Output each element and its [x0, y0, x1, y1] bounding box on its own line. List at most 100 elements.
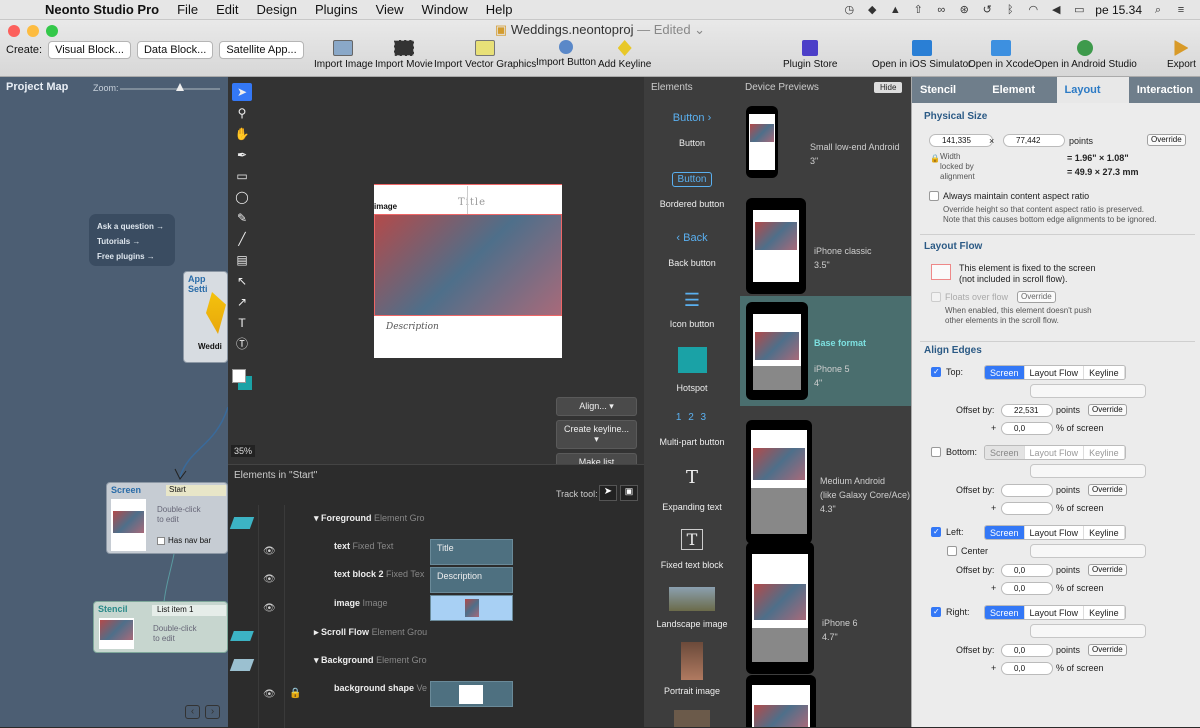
gradient-tool-icon[interactable]: ▤: [232, 251, 252, 269]
track-bar-image[interactable]: [430, 595, 513, 621]
app-settings-card[interactable]: App Setti Weddi: [183, 271, 228, 363]
menu-help[interactable]: Help: [477, 2, 522, 17]
left-align-checkbox[interactable]: [931, 527, 941, 537]
open-xcode-button[interactable]: Open in Xcode: [968, 40, 1034, 70]
select-tool-icon[interactable]: ➤: [232, 83, 252, 101]
left-pct-stepper[interactable]: 0,0: [1001, 582, 1053, 595]
fill-color-swatch[interactable]: [232, 369, 246, 383]
add-keyline-button[interactable]: Add Keyline: [598, 40, 651, 70]
element-hotspot[interactable]: Hotspot: [644, 347, 740, 393]
preview-base-format[interactable]: Base format iPhone 5 4": [740, 296, 911, 406]
left-layout-flow-option[interactable]: Layout Flow: [1025, 526, 1085, 539]
project-map[interactable]: Project Map Zoom: Ask a question → Tutor…: [0, 77, 228, 727]
floats-over-flow-checkbox[interactable]: [931, 292, 941, 302]
menubar-clock[interactable]: pe 15.34: [1095, 3, 1142, 17]
element-landscape-image[interactable]: Landscape image: [644, 587, 740, 629]
bottom-align-segmented[interactable]: Screen Layout Flow Keyline: [984, 445, 1126, 460]
tree-row-background-shape[interactable]: background shape Ve: [334, 683, 427, 693]
tab-layout[interactable]: Layout: [1056, 77, 1129, 103]
element-bordered-button[interactable]: Button Bordered button: [644, 172, 740, 209]
visibility-eye-icon[interactable]: 👁: [263, 574, 276, 585]
rectangle-tool-icon[interactable]: ▭: [232, 167, 252, 185]
movie-element-icon[interactable]: [674, 710, 710, 727]
create-keyline-button[interactable]: Create keyline... ▾: [556, 420, 637, 449]
preview-partial-device[interactable]: [746, 675, 816, 727]
satellite-app-button[interactable]: Satellite App...: [219, 41, 304, 59]
dropbox-icon[interactable]: ◆: [865, 4, 879, 16]
menu-design[interactable]: Design: [247, 2, 305, 17]
notification-center-icon[interactable]: ≡: [1174, 4, 1188, 16]
text-box-tool-icon[interactable]: Ⓣ: [232, 335, 252, 353]
bottom-align-checkbox[interactable]: [931, 447, 941, 457]
screen-name-field[interactable]: Start: [166, 485, 226, 496]
app-menu[interactable]: Neonto Studio Pro: [36, 2, 168, 17]
track-bar-description[interactable]: Description: [430, 567, 513, 593]
history-icon[interactable]: ↺: [980, 4, 994, 16]
right-offset-stepper[interactable]: 0,0: [1001, 644, 1053, 657]
top-offset-stepper[interactable]: 22,531: [1001, 404, 1053, 417]
top-keyline-dropdown[interactable]: [1030, 384, 1146, 398]
right-pct-stepper[interactable]: 0,0: [1001, 662, 1053, 675]
import-movie-button[interactable]: Import Movie: [375, 40, 433, 70]
search-icon[interactable]: ⌕: [1151, 4, 1165, 16]
zoom-slider-knob[interactable]: [176, 83, 184, 91]
left-offset-stepper[interactable]: 0,0: [1001, 564, 1053, 577]
tab-element[interactable]: Element: [984, 77, 1057, 103]
right-keyline-option[interactable]: Keyline: [1084, 606, 1125, 619]
tree-row-text-block-2[interactable]: text block 2 Fixed Tex: [334, 569, 424, 579]
top-align-checkbox[interactable]: [931, 367, 941, 377]
open-ios-simulator-button[interactable]: Open in iOS Simulator: [872, 40, 972, 70]
bottom-offset-override[interactable]: Override: [1088, 484, 1127, 496]
node-select-tool-icon[interactable]: ↗: [232, 293, 252, 311]
bluetooth-icon[interactable]: ᛒ: [1003, 4, 1017, 16]
track-frame-icon[interactable]: ▣: [620, 485, 638, 501]
center-checkbox[interactable]: [947, 546, 957, 556]
tree-row-background[interactable]: ▾ Background Element Gro: [314, 655, 427, 666]
hide-previews-button[interactable]: Hide: [874, 82, 903, 93]
top-offset-override[interactable]: Override: [1088, 404, 1127, 416]
plugin-store-button[interactable]: Plugin Store: [783, 40, 837, 70]
pen-tool-icon[interactable]: ✒: [232, 146, 252, 164]
menu-edit[interactable]: Edit: [207, 2, 247, 17]
upload-icon[interactable]: ⇧: [911, 4, 925, 16]
free-plugins-link[interactable]: Free plugins →: [97, 249, 167, 264]
element-fixed-text-block[interactable]: T Fixed text block: [644, 529, 740, 570]
color-swatches[interactable]: [232, 369, 254, 399]
screen-card-start[interactable]: Screen Start Double-click to edit Has na…: [106, 482, 228, 554]
element-portrait-image[interactable]: Portrait image: [644, 642, 740, 696]
top-align-segmented[interactable]: Screen Layout Flow Keyline: [984, 365, 1126, 380]
battery-icon[interactable]: ▭: [1072, 4, 1086, 16]
menu-window[interactable]: Window: [413, 2, 477, 17]
element-icon-button[interactable]: ☰ Icon button: [644, 290, 740, 329]
preview-iphone-6[interactable]: iPhone 6 4.7": [740, 540, 911, 674]
top-layout-flow-option[interactable]: Layout Flow: [1025, 366, 1085, 379]
import-button-button[interactable]: Import Button: [536, 40, 596, 68]
import-vector-button[interactable]: Import Vector Graphics: [434, 40, 536, 70]
left-keyline-dropdown[interactable]: [1030, 544, 1146, 558]
visibility-eye-icon[interactable]: 👁: [263, 603, 276, 614]
menu-file[interactable]: File: [168, 2, 207, 17]
bottom-keyline-dropdown[interactable]: [1030, 464, 1146, 478]
bottom-layout-flow-option[interactable]: Layout Flow: [1025, 446, 1085, 459]
tree-row-image[interactable]: image Image: [334, 598, 388, 608]
volume-icon[interactable]: ◀: [1049, 4, 1063, 16]
hand-tool-icon[interactable]: ✋: [232, 125, 252, 143]
tutorials-link[interactable]: Tutorials →: [97, 234, 167, 249]
align-button[interactable]: Align... ▾: [556, 397, 637, 416]
height-stepper[interactable]: 77,442: [1003, 134, 1065, 147]
ellipse-tool-icon[interactable]: ◯: [232, 188, 252, 206]
visibility-eye-icon[interactable]: 👁: [263, 546, 276, 557]
tab-interaction[interactable]: Interaction: [1128, 77, 1200, 103]
right-align-segmented[interactable]: Screen Layout Flow Keyline: [984, 605, 1126, 620]
element-back-button[interactable]: ‹ Back Back button: [644, 232, 740, 268]
size-override-button[interactable]: Override: [1147, 134, 1186, 146]
open-android-studio-button[interactable]: Open in Android Studio: [1034, 40, 1137, 70]
hero-image[interactable]: [374, 214, 562, 316]
visual-block-button[interactable]: Visual Block...: [48, 41, 131, 59]
bottom-offset-stepper[interactable]: [1001, 484, 1053, 497]
aspect-ratio-checkbox[interactable]: [929, 191, 939, 201]
export-button[interactable]: Export: [1167, 40, 1196, 70]
bottom-pct-stepper[interactable]: [1001, 502, 1053, 515]
drive-icon[interactable]: ▲: [888, 4, 902, 16]
data-block-button[interactable]: Data Block...: [136, 41, 214, 59]
